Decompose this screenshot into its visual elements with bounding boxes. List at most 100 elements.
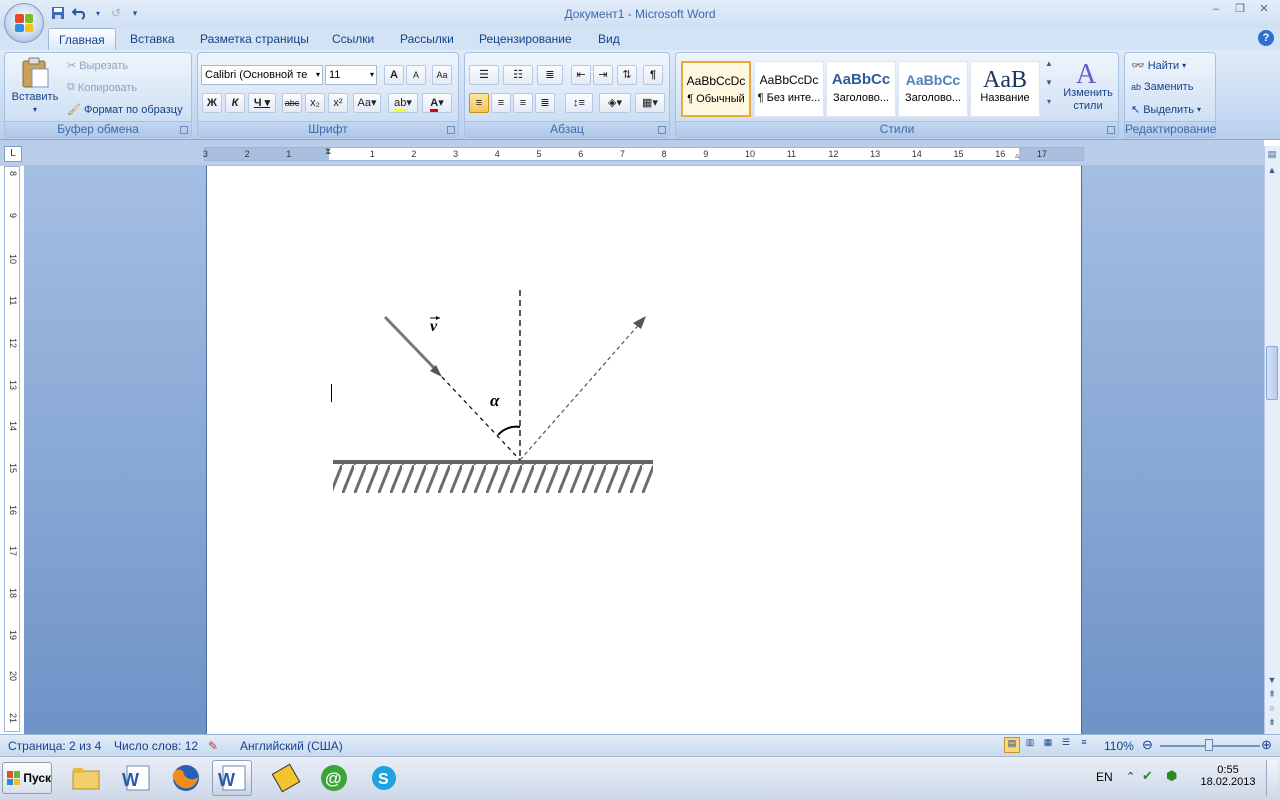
help-icon[interactable]: ? xyxy=(1258,30,1274,46)
page-count[interactable]: Страница: 2 из 4 xyxy=(8,739,101,753)
scroll-thumb[interactable] xyxy=(1266,346,1278,400)
highlight-button[interactable]: ab▾ xyxy=(388,93,418,113)
bold-button[interactable]: Ж xyxy=(202,93,222,113)
borders-button[interactable]: ▦▾ xyxy=(635,93,665,113)
office-button[interactable] xyxy=(4,3,44,43)
right-indent-icon[interactable]: ▵ xyxy=(1015,150,1020,161)
next-page-icon[interactable]: ⇟ xyxy=(1266,716,1278,728)
increase-indent-button[interactable]: ⇥ xyxy=(593,65,613,85)
skype-taskbar-icon[interactable]: S xyxy=(364,760,404,796)
show-marks-button[interactable]: ¶ xyxy=(643,65,663,85)
tab-selector[interactable]: L xyxy=(4,146,22,162)
bullets-button[interactable]: ☰ xyxy=(469,65,499,85)
change-case-button[interactable]: Aa▾ xyxy=(353,93,381,113)
scroll-down-icon[interactable]: ▼ xyxy=(1266,674,1278,686)
outline-icon[interactable]: ☰ xyxy=(1058,737,1074,753)
word-count[interactable]: Число слов: 12 xyxy=(114,739,198,753)
zoom-slider-thumb[interactable] xyxy=(1205,739,1213,751)
tab-mailings[interactable]: Рассылки xyxy=(390,28,464,50)
clock[interactable]: 0:55 18.02.2013 xyxy=(1198,764,1258,788)
network-icon[interactable]: ✔ xyxy=(1142,768,1153,784)
font-family-dropdown-icon[interactable]: ▾ xyxy=(316,66,320,84)
justify-button[interactable]: ≣ xyxy=(535,93,555,113)
style-heading-1[interactable]: AaBbCc Заголово... xyxy=(826,61,896,117)
horizontal-ruler[interactable]: 3 2 1 1 2 3 4 5 6 7 8 9 10 11 12 13 14 15 16 17 ⧗ ▵ xyxy=(203,146,1084,161)
clipboard-app-taskbar-icon[interactable] xyxy=(266,760,306,796)
tab-review[interactable]: Рецензирование xyxy=(469,28,582,50)
indent-marker-icon[interactable]: ⧗ xyxy=(325,146,331,157)
browse-object-icon[interactable]: ○ xyxy=(1266,702,1278,714)
antivirus-icon[interactable]: ⬢ xyxy=(1166,768,1177,784)
mail-agent-taskbar-icon[interactable]: @ xyxy=(314,760,354,796)
select-button[interactable]: ↖ Выделить ▾ xyxy=(1131,103,1201,117)
tab-insert[interactable]: Вставка xyxy=(120,28,185,50)
styles-up-icon[interactable]: ▲ xyxy=(1042,59,1056,68)
superscript-button[interactable]: x² xyxy=(328,93,348,113)
firefox-taskbar-icon[interactable] xyxy=(166,760,206,796)
italic-button[interactable]: К xyxy=(225,93,245,113)
style-heading-2[interactable]: AaBbCc Заголово... xyxy=(898,61,968,117)
show-desktop-button[interactable] xyxy=(1266,760,1278,796)
align-left-button[interactable]: ≡ xyxy=(469,93,489,113)
vertical-ruler[interactable]: 8 9 10 11 12 13 14 15 16 17 18 19 20 21 xyxy=(4,166,20,732)
format-painter-button[interactable]: 🖌 Формат по образцу xyxy=(67,103,183,117)
sort-button[interactable]: ⇅ xyxy=(617,65,637,85)
word-document-taskbar-button[interactable]: W xyxy=(212,760,252,796)
tab-home[interactable]: Главная xyxy=(48,28,116,50)
language-indicator[interactable]: Английский (США) xyxy=(240,739,343,753)
paste-button[interactable]: Вставить ▾ xyxy=(9,57,61,114)
print-layout-icon[interactable]: ▤ xyxy=(1004,737,1020,753)
close-button[interactable]: ✕ xyxy=(1254,2,1274,16)
scroll-up-icon[interactable]: ▲ xyxy=(1266,164,1278,176)
style-title[interactable]: AaB Название xyxy=(970,61,1040,117)
tab-page-layout[interactable]: Разметка страницы xyxy=(190,28,319,50)
font-size-dropdown-icon[interactable]: ▾ xyxy=(370,66,374,84)
cut-button[interactable]: ✂ Вырезать xyxy=(67,59,128,73)
restore-button[interactable]: ❐ xyxy=(1230,2,1250,16)
web-layout-icon[interactable]: ▦ xyxy=(1040,737,1056,753)
align-right-button[interactable]: ≡ xyxy=(513,93,533,113)
shrink-font-button[interactable]: A xyxy=(406,65,426,85)
font-family-combo[interactable]: Calibri (Основной те ▾ xyxy=(201,65,323,85)
input-language[interactable]: EN xyxy=(1096,770,1113,784)
styles-launcher-icon[interactable] xyxy=(1107,126,1115,134)
tab-view[interactable]: Вид xyxy=(588,28,630,50)
change-styles-button[interactable]: A Изменить стили xyxy=(1058,57,1118,113)
paragraph-launcher-icon[interactable] xyxy=(658,126,666,134)
shading-button[interactable]: ◈▾ xyxy=(599,93,631,113)
line-spacing-button[interactable]: ↕≡ xyxy=(565,93,593,113)
align-center-button[interactable]: ≡ xyxy=(491,93,511,113)
ruler-toggle-icon[interactable]: ▤ xyxy=(1266,148,1278,160)
find-button[interactable]: 👓 Найти ▾ xyxy=(1131,59,1186,73)
strikethrough-button[interactable]: abc xyxy=(282,93,302,113)
draft-icon[interactable]: ≡ xyxy=(1076,737,1092,753)
proofing-icon[interactable]: ✎ xyxy=(208,739,218,753)
styles-scroll[interactable]: ▲ ▼ ▾ xyxy=(1042,59,1056,119)
clear-formatting-button[interactable]: Aa xyxy=(432,65,452,85)
font-launcher-icon[interactable] xyxy=(447,126,455,134)
font-color-button[interactable]: A▾ xyxy=(422,93,452,113)
styles-more-icon[interactable]: ▾ xyxy=(1042,97,1056,106)
style-normal[interactable]: AaBbCcDc ¶ Обычный xyxy=(681,61,751,117)
numbering-button[interactable]: ☷ xyxy=(503,65,533,85)
zoom-level[interactable]: 110% xyxy=(1104,739,1134,753)
zoom-in-icon[interactable]: ⊕ xyxy=(1261,737,1272,753)
start-button[interactable]: Пуск xyxy=(2,762,52,794)
style-no-spacing[interactable]: AaBbCcDc ¶ Без инте... xyxy=(754,61,824,117)
tray-expand-icon[interactable]: ⌃ xyxy=(1126,770,1135,783)
replace-button[interactable]: ab Заменить xyxy=(1131,81,1193,93)
clipboard-launcher-icon[interactable] xyxy=(180,126,188,134)
tab-references[interactable]: Ссылки xyxy=(322,28,384,50)
word-taskbar-icon[interactable]: W xyxy=(116,760,156,796)
full-screen-reading-icon[interactable]: ▥ xyxy=(1022,737,1038,753)
grow-font-button[interactable]: A xyxy=(384,65,404,85)
vertical-scrollbar[interactable] xyxy=(1264,146,1280,734)
zoom-out-icon[interactable]: ⊖ xyxy=(1142,737,1153,753)
multilevel-list-button[interactable]: ≣ xyxy=(537,65,563,85)
font-size-combo[interactable]: 11 ▾ xyxy=(325,65,377,85)
subscript-button[interactable]: x₂ xyxy=(305,93,325,113)
explorer-taskbar-icon[interactable] xyxy=(66,760,106,796)
minimize-button[interactable]: – xyxy=(1206,2,1226,16)
copy-button[interactable]: ⧉ Копировать xyxy=(67,81,137,94)
decrease-indent-button[interactable]: ⇤ xyxy=(571,65,591,85)
